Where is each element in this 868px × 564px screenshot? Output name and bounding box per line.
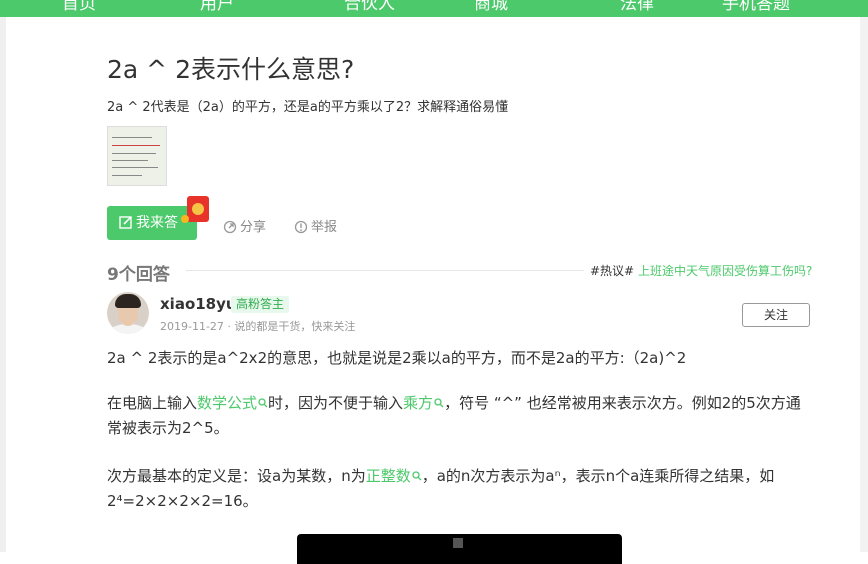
page-right-margin — [860, 17, 868, 552]
avatar[interactable] — [107, 292, 149, 334]
red-packet-icon[interactable] — [181, 196, 209, 223]
nav-item-partner[interactable]: 合伙人 — [344, 0, 395, 14]
edit-icon — [119, 216, 132, 229]
hot-topic-link[interactable]: 上班途中天气原因受伤算工伤吗? — [638, 264, 812, 278]
nav-item-users[interactable]: 用户 — [200, 0, 234, 14]
video-player[interactable] — [297, 534, 622, 564]
nav-item-home[interactable]: 首页 — [62, 0, 96, 14]
follow-button[interactable]: 关注 — [742, 303, 810, 327]
nav-item-mobile-answer[interactable]: 手机答题 — [722, 0, 790, 14]
answer-count: 9个回答 — [107, 265, 170, 285]
report-label: 举报 — [311, 220, 338, 235]
page-left-margin — [0, 17, 6, 552]
question-description: 2a ^ 2代表是（2a）的平方，还是a的平方乘以了2？求解释通俗易懂 — [107, 100, 509, 115]
nav-item-mall[interactable]: 商城 — [474, 0, 508, 14]
answer-button-label: 我来答 — [136, 215, 178, 231]
top-navigation: 首页 用户 合伙人 商城 法律 手机答题 — [0, 0, 868, 17]
question-title: 2a ^ 2表示什么意思? — [107, 55, 355, 84]
answer-button[interactable]: 我来答 — [107, 206, 197, 240]
report-icon — [294, 220, 308, 234]
answer-paragraph-3: 次方最基本的定义是：设a为某数，n为正整数 ，a的n次方表示为aⁿ，表示n个a连乘… — [107, 464, 812, 514]
search-icon — [412, 471, 422, 481]
question-image-thumbnail[interactable] — [107, 126, 167, 186]
answer-text: 在电脑上输入 — [107, 394, 198, 412]
search-icon — [258, 398, 268, 408]
answer-text: 时，因为不便于输入 — [268, 394, 404, 412]
hot-topic: #热议# 上班途中天气原因受伤算工伤吗? — [590, 262, 812, 279]
keyword-link-power[interactable]: 乘方 — [403, 394, 444, 412]
share-label: 分享 — [240, 220, 267, 235]
hot-topic-tag: #热议# — [590, 264, 635, 278]
user-badge: 高粉答主 — [231, 296, 290, 313]
keyword-label: 正整数 — [365, 467, 411, 485]
report-button[interactable]: 举报 — [294, 216, 337, 235]
search-icon — [434, 398, 444, 408]
answer-text: 次方最基本的定义是：设a为某数，n为 — [107, 467, 366, 485]
keyword-label: 数学公式 — [197, 394, 258, 412]
share-button[interactable]: 分享 — [223, 216, 266, 235]
share-icon — [223, 220, 237, 234]
keyword-link-positive-integer[interactable]: 正整数 — [366, 467, 422, 485]
answers-divider — [186, 270, 584, 271]
answer-username[interactable]: xiao18yu — [160, 295, 237, 313]
answer-paragraph-2: 在电脑上输入数学公式 时，因为不便于输入乘方 ，符号 “^” 也经常被用来表示次方。… — [107, 391, 812, 441]
keyword-label: 乘方 — [403, 394, 434, 412]
nav-item-law[interactable]: 法律 — [620, 0, 654, 14]
answer-meta: 2019-11-27 · 说的都是干货，快来关注 — [160, 320, 356, 333]
keyword-link-math-formula[interactable]: 数学公式 — [197, 394, 268, 412]
answer-paragraph-1: 2a ^ 2表示的是a^2x2的意思，也就是说是2乘以a的平方，而不是2a的平方… — [107, 349, 687, 367]
